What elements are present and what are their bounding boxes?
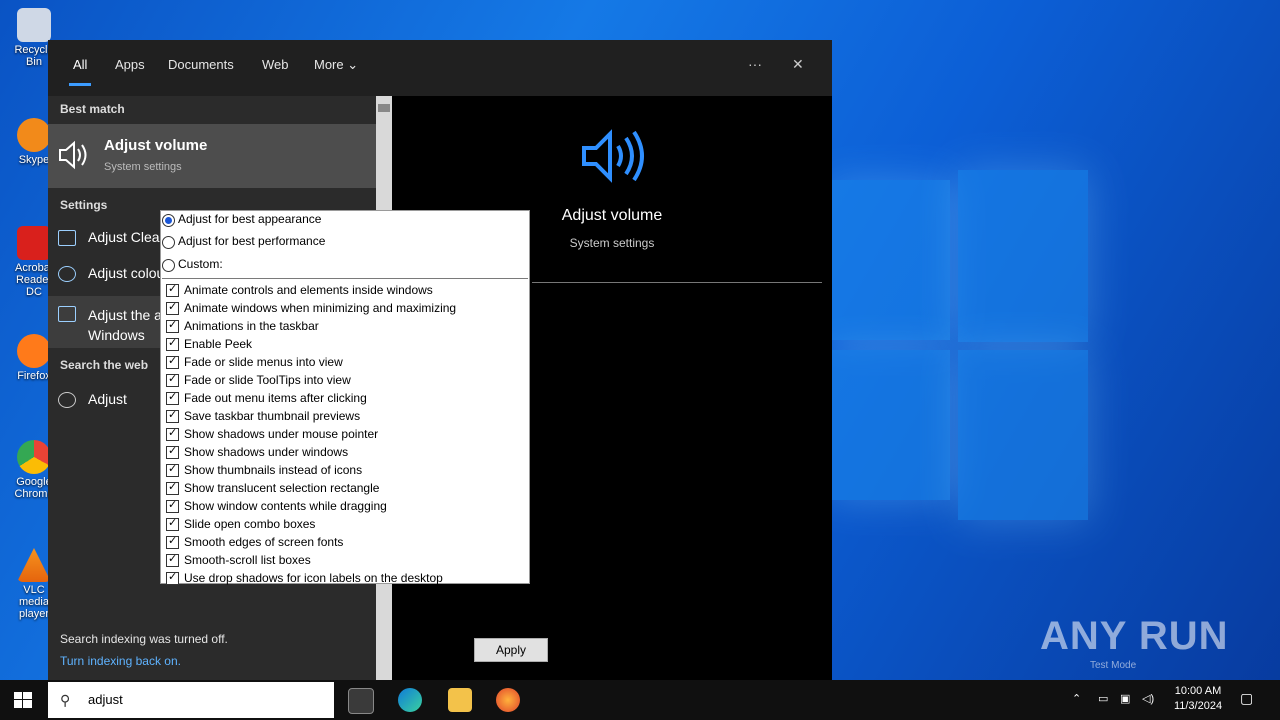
- effect-label: Fade or slide ToolTips into view: [184, 373, 351, 387]
- settings-heading: Settings: [60, 198, 108, 212]
- speaker-icon: [59, 140, 87, 170]
- effect-label: Fade or slide menus into view: [184, 355, 343, 369]
- windows-start-icon[interactable]: [14, 692, 32, 708]
- tab-documents[interactable]: Documents: [168, 57, 234, 72]
- skype-icon: [17, 118, 51, 152]
- checkbox-checked-icon: [166, 372, 179, 387]
- acrobat-icon: [17, 226, 51, 260]
- chevron-down-icon: ⌄: [347, 57, 359, 72]
- tab-more[interactable]: More ⌄: [314, 57, 358, 73]
- preview-divider: [532, 282, 822, 283]
- search-input[interactable]: [86, 691, 290, 708]
- speaker-large-icon: [582, 129, 644, 183]
- checkbox-checked-icon: [166, 498, 179, 513]
- search-tabs-bar: All Apps Documents Web More ⌄ ··· ✕: [48, 40, 832, 96]
- checkbox-checked-icon: [166, 282, 179, 297]
- network-icon[interactable]: ▭: [1098, 692, 1108, 705]
- checkbox-checked-icon: [166, 318, 179, 333]
- best-match-title: Adjust volume: [104, 137, 208, 154]
- best-match-item[interactable]: Adjust volume System settings: [48, 124, 376, 188]
- checkbox-checked-icon: [166, 552, 179, 567]
- recycle-bin-icon: [17, 8, 51, 42]
- taskbar-search-box[interactable]: ⚲: [48, 682, 334, 718]
- search-icon: ⚲: [60, 692, 71, 708]
- tab-all[interactable]: All: [68, 57, 93, 86]
- effect-label: Use drop shadows for icon labels on the …: [184, 571, 443, 585]
- effect-label: Slide open combo boxes: [184, 517, 316, 531]
- effect-label: Show shadows under windows: [184, 445, 349, 459]
- checkbox-checked-icon: [166, 534, 179, 549]
- notification-icon[interactable]: ▢: [1240, 690, 1253, 707]
- checkbox-checked-icon: [166, 570, 179, 585]
- checkbox-checked-icon: [166, 516, 179, 531]
- vlc-icon: [17, 548, 51, 582]
- radio-selected-icon: [162, 214, 175, 227]
- checkbox-checked-icon: [166, 408, 179, 423]
- color-icon: [58, 266, 76, 282]
- chrome-icon: [17, 440, 51, 474]
- task-view-icon[interactable]: [348, 688, 374, 714]
- tab-more-label: More: [314, 57, 344, 72]
- effect-label: Animate controls and elements inside win…: [184, 283, 433, 297]
- performance-options-panel: Adjust for best appearance Adjust for be…: [160, 210, 530, 585]
- monitor-icon: [58, 230, 76, 246]
- search-web-heading: Search the web: [60, 358, 149, 372]
- effect-label: Show thumbnails instead of icons: [184, 463, 363, 477]
- firefox-icon: [17, 334, 51, 368]
- checkbox-checked-icon: [166, 462, 179, 477]
- taskbar: ⚲ ⌃ ▭ ▣ ◁) 10:00 AM 11/3/2024 ▢: [0, 680, 1280, 720]
- effect-label: Show window contents while dragging: [184, 499, 387, 513]
- firefox-taskbar-icon[interactable]: [496, 688, 520, 712]
- effect-label: Animate windows when minimizing and maxi…: [184, 301, 457, 315]
- checkbox-checked-icon: [166, 426, 179, 441]
- chevron-up-icon[interactable]: ⌃: [1072, 692, 1081, 705]
- radio-icon: [162, 259, 175, 272]
- radio-icon: [162, 236, 175, 249]
- visual-effects-list: Animate controls and elements inside win…: [162, 278, 528, 585]
- file-explorer-icon[interactable]: [448, 688, 472, 712]
- windows-logo-wallpaper: [830, 170, 1090, 530]
- checkbox-checked-icon: [166, 444, 179, 459]
- best-match-heading: Best match: [60, 102, 125, 116]
- scrollbar-thumb[interactable]: [378, 104, 390, 112]
- effect-label: Smooth edges of screen fonts: [184, 535, 344, 549]
- watermark: ANY RUN: [1040, 614, 1229, 658]
- edge-icon[interactable]: [398, 688, 422, 712]
- checkbox-checked-icon: [166, 336, 179, 351]
- clock-time: 10:00 AM: [1174, 685, 1222, 697]
- tab-apps[interactable]: Apps: [115, 57, 145, 72]
- watermark-subtext: Test Mode: [1090, 660, 1137, 671]
- checkbox-checked-icon: [166, 390, 179, 405]
- monitor-icon: [58, 306, 76, 322]
- indexing-notice: Search indexing was turned off.: [60, 632, 228, 646]
- effect-label: Save taskbar thumbnail previews: [184, 409, 361, 423]
- volume-icon[interactable]: ◁): [1142, 692, 1154, 705]
- effect-label: Show shadows under mouse pointer: [184, 427, 379, 441]
- effect-label: Show translucent selection rectangle: [184, 481, 380, 495]
- apply-button[interactable]: Apply: [474, 638, 548, 662]
- checkbox-checked-icon: [166, 480, 179, 495]
- effect-label: Animations in the taskbar: [184, 319, 319, 333]
- effect-label: Smooth-scroll list boxes: [184, 553, 311, 567]
- clock-date: 11/3/2024: [1173, 700, 1223, 712]
- tab-web[interactable]: Web: [262, 57, 289, 72]
- checkbox-checked-icon: [166, 354, 179, 369]
- display-icon[interactable]: ▣: [1120, 692, 1130, 705]
- web-result-label: Adjust: [88, 391, 127, 407]
- turn-indexing-on-link[interactable]: Turn indexing back on.: [60, 654, 181, 668]
- effect-label: Fade out menu items after clicking: [184, 391, 367, 405]
- clock[interactable]: 10:00 AM 11/3/2024: [1168, 684, 1228, 714]
- checkbox-checked-icon: [166, 300, 179, 315]
- close-icon[interactable]: ✕: [792, 56, 804, 73]
- settings-item-label: Adjust colour: [88, 265, 169, 281]
- more-options-icon[interactable]: ···: [748, 56, 762, 72]
- radio-label: Custom:: [178, 257, 223, 271]
- search-icon: [58, 392, 76, 408]
- radio-label: Adjust for best appearance: [178, 212, 322, 226]
- effect-label: Enable Peek: [184, 337, 253, 351]
- radio-label: Adjust for best performance: [178, 234, 326, 248]
- best-match-subtitle: System settings: [104, 161, 182, 173]
